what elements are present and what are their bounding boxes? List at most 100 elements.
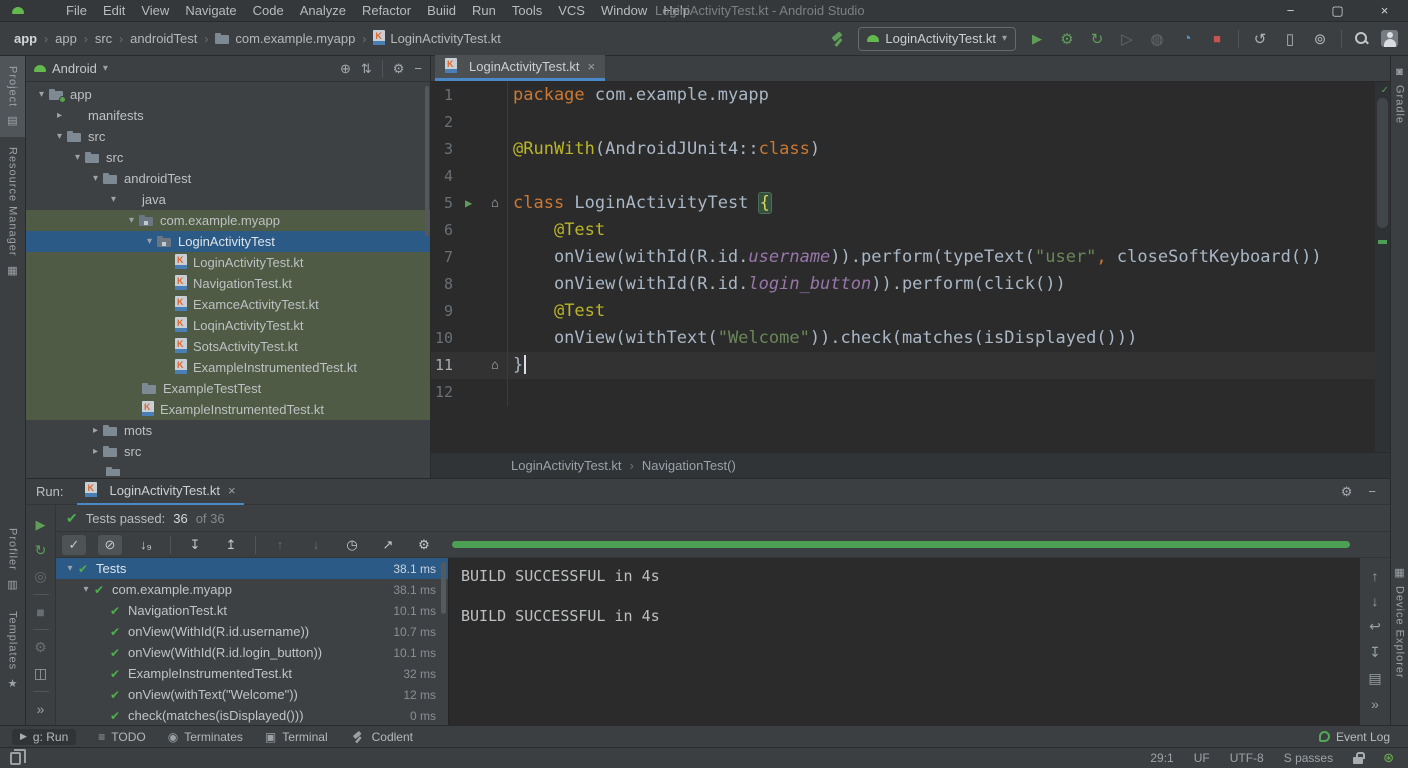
- run-configuration-select[interactable]: LoginActivityTest.kt ▾: [858, 27, 1016, 51]
- console-output[interactable]: BUILD SUCCESSFUL in 4s BUILD SUCCESSFUL …: [448, 558, 1360, 725]
- gutter[interactable]: 12: [431, 379, 507, 406]
- previous-failed-icon[interactable]: ↑: [268, 535, 292, 555]
- tree-item-app[interactable]: ▾app: [26, 84, 430, 105]
- tree-item-src[interactable]: ▸src: [26, 441, 430, 462]
- chevron-down-icon[interactable]: ▾: [62, 563, 78, 574]
- gutter[interactable]: 11⌂: [431, 352, 507, 379]
- export-results-icon[interactable]: ↗: [376, 535, 400, 555]
- menu-refactor[interactable]: Refactor: [354, 0, 419, 22]
- test-result-row[interactable]: ✔ExampleInstrumentedTest.kt32 ms: [56, 663, 448, 684]
- menu-edit[interactable]: Edit: [95, 0, 133, 22]
- rerun-failed-tests-icon[interactable]: ↻: [35, 542, 47, 559]
- breadcrumb-item[interactable]: app: [14, 31, 37, 46]
- show-passed-icon[interactable]: ✓: [62, 535, 86, 555]
- menu-view[interactable]: View: [133, 0, 177, 22]
- chevron-right-icon[interactable]: ▸: [88, 425, 103, 436]
- tree-item-loginactivitytest[interactable]: ▾LoginActivityTest: [26, 231, 430, 252]
- rerun-icon[interactable]: ▶: [36, 517, 46, 533]
- breadcrumb-item[interactable]: androidTest: [130, 31, 197, 46]
- status-item-29-1[interactable]: 29:1: [1150, 751, 1173, 765]
- gutter[interactable]: 7: [431, 244, 507, 271]
- soft-wrap-icon[interactable]: ↩: [1369, 618, 1381, 635]
- scroll-to-end-icon[interactable]: ↧: [1369, 644, 1381, 661]
- test-result-row[interactable]: ▾✔com.example.myapp38.1 ms: [56, 579, 448, 600]
- menu-buiid[interactable]: Buiid: [419, 0, 464, 22]
- maximize-icon[interactable]: ▢: [1314, 0, 1361, 22]
- tree-item-androidtest[interactable]: ▾androidTest: [26, 168, 430, 189]
- collapse-all-icon[interactable]: ↥: [219, 535, 243, 555]
- chevron-right-icon[interactable]: ▸: [88, 446, 103, 457]
- close-tab-icon[interactable]: ×: [228, 483, 236, 498]
- inspection-ok-icon[interactable]: ✓: [1381, 83, 1388, 96]
- show-ignored-icon[interactable]: ⊘: [98, 535, 122, 555]
- tree-item-exampletesttest[interactable]: ExampleTestTest: [26, 378, 430, 399]
- code-area[interactable]: 1package com.example.myapp23@RunWith(And…: [431, 82, 1390, 452]
- tree-item-examceactivitytest-kt[interactable]: ExamceActivityTest.kt: [26, 294, 430, 315]
- test-result-row[interactable]: ✔onView(WithId(R.id.username))10.7 ms: [56, 621, 448, 642]
- test-history-icon[interactable]: ◷: [340, 535, 364, 555]
- tool-strip-gradle[interactable]: ◙Gradle: [1391, 56, 1408, 134]
- test-result-row[interactable]: ✔check(matches(isDisplayed()))0 ms: [56, 705, 448, 725]
- status-item-s-passes[interactable]: S passes: [1284, 751, 1333, 765]
- test-result-row[interactable]: ▾✔Tests38.1 ms: [56, 558, 448, 579]
- gear-icon[interactable]: ⚙: [393, 61, 405, 77]
- locate-file-icon[interactable]: ⊕: [340, 61, 351, 77]
- tree-item-exampleinstrumentedtest-kt[interactable]: ExampleInstrumentedTest.kt: [26, 399, 430, 420]
- editor-tab[interactable]: LoginActivityTest.kt ×: [435, 55, 605, 81]
- collapse-all-icon[interactable]: ⇅: [361, 61, 372, 77]
- status-item-uf[interactable]: UF: [1194, 751, 1210, 765]
- debug-icon[interactable]: ⚙: [1058, 30, 1076, 48]
- toolwindow-g-run[interactable]: ▶g: Run: [12, 729, 76, 745]
- tree-item-com-example-myapp[interactable]: ▾com.example.myapp: [26, 210, 430, 231]
- search-icon[interactable]: [1354, 31, 1369, 46]
- fold-marker-icon[interactable]: ⌂: [491, 190, 499, 217]
- chevron-down-icon[interactable]: ▾: [124, 215, 139, 226]
- sync-project-icon[interactable]: ↺: [1251, 30, 1269, 48]
- tool-strip-resource-manager[interactable]: Resource Manager▦: [0, 137, 25, 287]
- menu-run[interactable]: Run: [464, 0, 504, 22]
- event-log-button[interactable]: Event Log: [1319, 730, 1390, 744]
- run-test-icon[interactable]: ▶: [465, 190, 472, 217]
- gutter[interactable]: 9: [431, 298, 507, 325]
- minimize-icon[interactable]: −: [1267, 0, 1314, 22]
- run-icon[interactable]: ▶: [1028, 31, 1046, 47]
- menu-window[interactable]: Window: [593, 0, 655, 22]
- toolwindow-codlent[interactable]: Codlent: [350, 729, 413, 745]
- breadcrumb-item[interactable]: com.example.myapp: [215, 31, 355, 46]
- sdk-manager-icon[interactable]: ⊚: [1311, 30, 1329, 48]
- chevron-down-icon[interactable]: ▾: [34, 89, 49, 100]
- apply-changes-icon[interactable]: ↻: [1088, 30, 1106, 48]
- tool-strip-project[interactable]: Project▤: [0, 56, 25, 137]
- tree-item[interactable]: [26, 462, 430, 476]
- tree-item-exampleinstrumentedtest-kt[interactable]: ExampleInstrumentedTest.kt: [26, 357, 430, 378]
- print-icon[interactable]: ▤: [1368, 670, 1381, 687]
- scroll-down-icon[interactable]: ↓: [1372, 593, 1379, 609]
- tree-item-src[interactable]: ▾src: [26, 147, 430, 168]
- gutter[interactable]: 8: [431, 271, 507, 298]
- tree-item-loginactivitytest-kt[interactable]: LoginActivityTest.kt: [26, 252, 430, 273]
- gutter[interactable]: 10: [431, 325, 507, 352]
- gutter[interactable]: 5▶⌂: [431, 190, 507, 217]
- menu-analyze[interactable]: Analyze: [292, 0, 354, 22]
- menu-navigate[interactable]: Navigate: [177, 0, 244, 22]
- chevron-down-icon[interactable]: ▾: [78, 584, 94, 595]
- breadcrumb-file[interactable]: LoginActivityTest.kt: [511, 458, 622, 473]
- close-icon[interactable]: ×: [1361, 0, 1408, 22]
- chevron-down-icon[interactable]: ▾: [70, 152, 85, 163]
- profiler-icon[interactable]: ◔: [1178, 30, 1196, 47]
- scrollbar-thumb[interactable]: [1377, 98, 1388, 228]
- next-failed-icon[interactable]: ↓: [304, 535, 328, 555]
- editor-scrollbar[interactable]: ✓: [1375, 82, 1390, 452]
- fold-marker-icon[interactable]: ⌂: [491, 352, 499, 379]
- chevron-down-icon[interactable]: ▾: [142, 236, 157, 247]
- gutter[interactable]: 3: [431, 136, 507, 163]
- gutter[interactable]: 1: [431, 82, 507, 109]
- tree-item-manifests[interactable]: ▸manifests: [26, 105, 430, 126]
- tree-item-navigationtest-kt[interactable]: NavigationTest.kt: [26, 273, 430, 294]
- gutter[interactable]: 6: [431, 217, 507, 244]
- tool-strip-templates[interactable]: Templates★: [0, 601, 25, 700]
- stop-icon[interactable]: ■: [36, 604, 44, 620]
- attach-debugger-icon[interactable]: ▷: [1118, 30, 1136, 48]
- tree-item-java[interactable]: ▾java: [26, 189, 430, 210]
- stop-icon[interactable]: ■: [1208, 31, 1226, 46]
